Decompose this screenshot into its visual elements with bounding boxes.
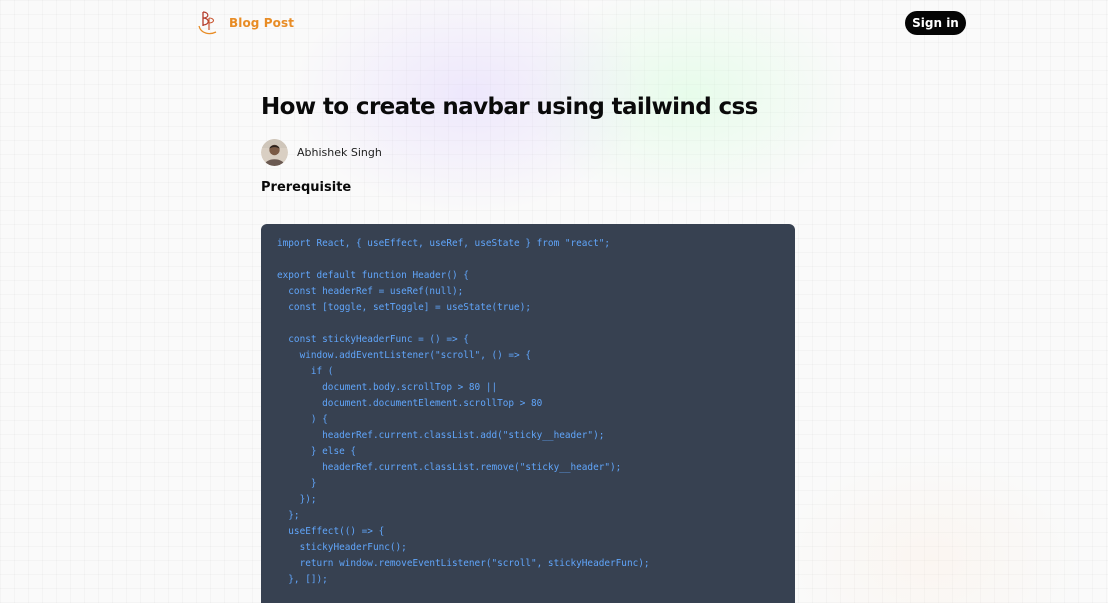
brand-link[interactable]: Blog Post — [196, 9, 294, 37]
code-line: headerRef.current.classList.remove("stic… — [277, 462, 622, 473]
bp-monogram-logo-icon — [198, 11, 217, 35]
code-line: stickyHeaderFunc(); — [277, 542, 407, 553]
code-line: headerRef.current.classList.add("sticky_… — [277, 430, 605, 441]
code-line: }, []); — [277, 574, 328, 585]
author-info: Abhishek Singh — [261, 139, 382, 166]
code-line: export default function Header() { — [277, 270, 469, 281]
code-block[interactable]: import React, { useEffect, useRef, useSt… — [261, 224, 795, 603]
author-avatar-icon[interactable] — [261, 139, 288, 166]
code-line: return window.removeEventListener("scrol… — [277, 558, 650, 569]
brand-name: Blog Post — [229, 16, 295, 30]
sign-in-button[interactable]: Sign in — [905, 11, 966, 35]
code-line: } — [277, 478, 317, 489]
code-line: }); — [277, 494, 317, 505]
code-line: const stickyHeaderFunc = () => { — [277, 334, 469, 345]
section-heading: Prerequisite — [261, 180, 352, 195]
code-line: ) { — [277, 414, 328, 425]
code-line: } else { — [277, 446, 357, 457]
code-line: const [toggle, setToggle] = useState(tru… — [277, 302, 531, 313]
code-line: useEffect(() => { — [277, 526, 385, 537]
site-header: Blog Post Sign in — [0, 0, 1108, 46]
code-line: document.body.scrollTop > 80 || — [277, 382, 498, 393]
code-line: }; — [277, 510, 300, 521]
code-line: const headerRef = useRef(null); — [277, 286, 464, 297]
code-line: import React, { useEffect, useRef, useSt… — [277, 238, 611, 249]
author-name[interactable]: Abhishek Singh — [297, 146, 382, 159]
code-line: if ( — [277, 366, 334, 377]
code-line: window.addEventListener("scroll", () => … — [277, 350, 531, 361]
code-line: document.documentElement.scrollTop > 80 — [277, 398, 543, 409]
article-title: How to create navbar using tailwind css — [261, 94, 758, 120]
